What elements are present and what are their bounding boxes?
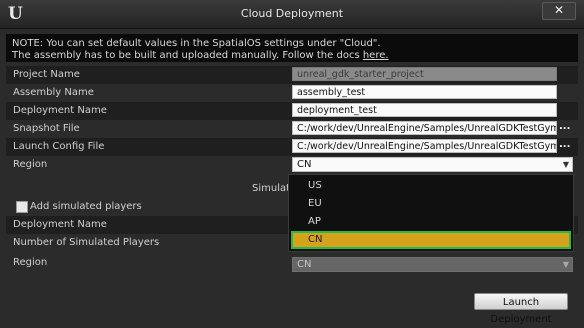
project-name-row: Project Name unreal_gdk_starter_project <box>6 66 578 84</box>
notice-box: NOTE: You can set default values in the … <box>6 34 578 62</box>
launch-config-label: Launch Config File <box>13 141 105 152</box>
launch-config-input[interactable]: C:/work/dev/UnrealEngine/Samples/UnrealG… <box>292 139 557 153</box>
region-row: Region CN ▼ <box>6 156 578 174</box>
region-option-cn[interactable]: CN <box>291 231 571 249</box>
sim-region-select-value: CN <box>297 259 312 270</box>
region-option-us[interactable]: US <box>291 177 571 195</box>
deployment-name-input[interactable]: deployment_test <box>292 103 557 117</box>
sim-num-players-label: Number of Simulated Players <box>13 237 160 248</box>
window-title: Cloud Deployment <box>240 7 344 20</box>
snapshot-file-row: Snapshot File C:/work/dev/UnrealEngine/S… <box>6 120 578 138</box>
sim-deployment-name-label: Deployment Name <box>13 219 107 230</box>
sim-region-label: Region <box>13 257 48 268</box>
region-option-ap[interactable]: AP <box>291 213 571 231</box>
snapshot-file-label: Snapshot File <box>13 123 80 134</box>
region-select-value: CN <box>297 159 312 170</box>
notice-line-2-text: The assembly has to be built and uploade… <box>12 50 363 61</box>
project-name-label: Project Name <box>13 69 80 80</box>
region-option-eu[interactable]: EU <box>291 195 571 213</box>
docs-link[interactable]: here. <box>363 50 389 61</box>
region-dropdown-list: US EU AP CN <box>288 174 574 252</box>
title-bar: U Cloud Deployment ✕ <box>0 0 584 29</box>
launch-deployment-button[interactable]: Launch Deployment <box>474 293 568 325</box>
assembly-name-row: Assembly Name assembly_test <box>6 84 578 102</box>
add-simulated-players-checkbox[interactable] <box>16 201 28 213</box>
region-option-label: CN <box>308 234 323 245</box>
assembly-name-label: Assembly Name <box>13 87 94 98</box>
region-option-label: EU <box>308 198 322 209</box>
notice-line-1: NOTE: You can set default values in the … <box>12 38 381 49</box>
chevron-down-icon: ▼ <box>562 260 569 269</box>
add-simulated-players-label: Add simulated players <box>30 201 142 212</box>
snapshot-file-input[interactable]: C:/work/dev/UnrealEngine/Samples/UnrealG… <box>292 121 557 135</box>
region-label: Region <box>13 159 48 170</box>
region-option-label: US <box>308 180 322 191</box>
project-name-field: unreal_gdk_starter_project <box>292 67 557 81</box>
assembly-name-input[interactable]: assembly_test <box>292 85 557 99</box>
sim-region-row: Region CN ▼ <box>6 254 578 272</box>
chevron-down-icon: ▼ <box>562 160 569 169</box>
sim-region-select: CN ▼ <box>292 257 573 272</box>
region-select[interactable]: CN ▼ <box>292 157 573 172</box>
notice-line-2: The assembly has to be built and uploade… <box>12 50 389 61</box>
launch-config-browse-button[interactable]: ... <box>559 139 571 150</box>
deployment-name-row: Deployment Name deployment_test <box>6 102 578 120</box>
close-button[interactable]: ✕ <box>542 2 576 20</box>
snapshot-browse-button[interactable]: ... <box>559 121 571 132</box>
region-option-label: AP <box>308 216 321 227</box>
launch-config-row: Launch Config File C:/work/dev/UnrealEng… <box>6 138 578 156</box>
deployment-name-label: Deployment Name <box>13 105 107 116</box>
